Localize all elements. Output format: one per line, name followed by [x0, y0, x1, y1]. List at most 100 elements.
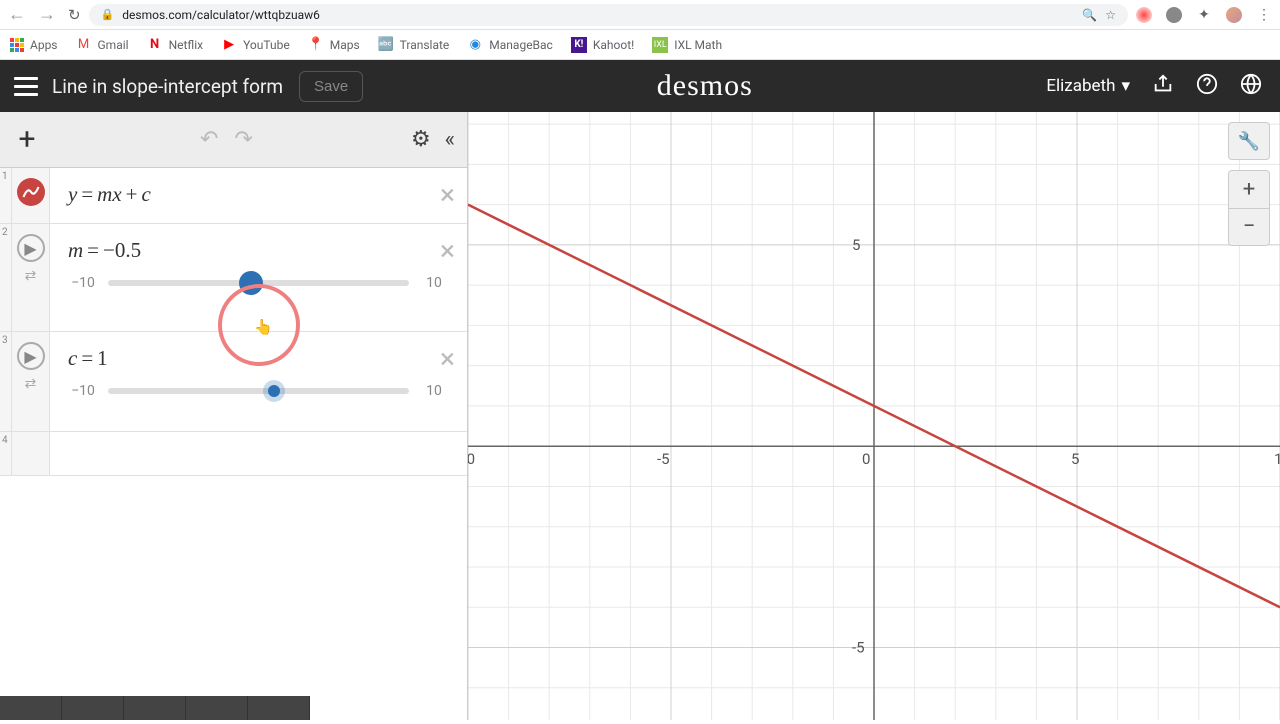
extensions-puzzle-icon[interactable]: ✦ [1196, 7, 1212, 23]
keypad-toolbar[interactable] [0, 696, 310, 720]
browser-chrome-bar: ← → ↻ 🔒 desmos.com/calculator/wttqbzuaw6… [0, 0, 1280, 30]
expression-row[interactable]: 1 y=mx+c × [0, 168, 467, 224]
slider-max[interactable]: 10 [419, 275, 449, 291]
delete-expression-icon[interactable]: × [440, 342, 455, 375]
bookmark-label: Gmail [98, 38, 129, 52]
zoom-in-button[interactable]: + [1229, 171, 1269, 209]
profile-avatar[interactable] [1226, 7, 1242, 23]
bookmark-managebac[interactable]: ◉ ManageBac [467, 37, 553, 53]
managebac-icon: ◉ [467, 37, 483, 53]
bookmark-label: Translate [400, 38, 450, 52]
slider-m[interactable]: −10 10 [68, 275, 449, 291]
bookmark-gmail[interactable]: M Gmail [76, 37, 129, 53]
redo-button[interactable]: ↷ [234, 127, 252, 152]
slider-thumb[interactable] [239, 271, 263, 295]
svg-text:10: 10 [1274, 450, 1280, 468]
graph-settings-button[interactable]: 🔧 [1228, 122, 1270, 160]
zoom-indicator-icon[interactable]: 🔍 [1082, 8, 1097, 22]
slider-min[interactable]: −10 [68, 275, 98, 291]
bookmark-netflix[interactable]: NNetflix [147, 37, 204, 53]
maps-icon: 📍 [308, 37, 324, 53]
svg-text:-10: -10 [468, 450, 475, 468]
bookmark-ixl[interactable]: IXL IXL Math [652, 37, 722, 53]
forward-button[interactable]: → [38, 4, 56, 25]
row-index: 2 [0, 224, 12, 331]
chevron-down-icon: ▾ [1121, 76, 1130, 96]
expression-toolbar: + ↶ ↷ ⚙ « [0, 112, 467, 168]
svg-text:5: 5 [852, 236, 860, 254]
bookmarks-bar: Apps M Gmail NNetflix ▶YouTube 📍 Maps 🔤 Tra… [0, 30, 1280, 60]
expression-list: 1 y=mx+c × 2 ▶ ⇄ [0, 168, 467, 720]
chrome-menu-icon[interactable]: ⋮ [1256, 7, 1272, 23]
slider-track[interactable] [108, 388, 409, 394]
collapse-panel-icon[interactable]: « [445, 127, 455, 152]
lock-icon: 🔒 [101, 8, 115, 21]
bookmark-label: IXL Math [674, 38, 722, 52]
bookmark-apps[interactable]: Apps [10, 38, 58, 52]
netflix-icon: N [147, 37, 163, 53]
ixl-icon: IXL [652, 37, 668, 53]
save-button[interactable]: Save [299, 71, 363, 102]
row-index: 4 [0, 432, 12, 475]
graph-title[interactable]: Line in slope-intercept form [52, 75, 283, 98]
svg-text:-5: -5 [852, 639, 865, 657]
extension-icon-1[interactable] [1136, 7, 1152, 23]
slider-thumb[interactable] [268, 385, 280, 397]
menu-button[interactable] [0, 77, 52, 96]
animation-mode-icon[interactable]: ⇄ [25, 268, 37, 284]
share-icon[interactable] [1152, 73, 1174, 100]
gmail-icon: M [76, 37, 92, 53]
play-slider-button[interactable]: ▶ [17, 234, 45, 262]
row-index: 3 [0, 332, 12, 431]
expression-math[interactable]: y=mx+c [68, 182, 449, 207]
settings-gear-icon[interactable]: ⚙ [411, 127, 431, 152]
delete-expression-icon[interactable]: × [440, 234, 455, 267]
bookmark-youtube[interactable]: ▶YouTube [221, 37, 290, 53]
translate-icon: 🔤 [378, 37, 394, 53]
youtube-icon: ▶ [221, 37, 237, 53]
expression-color-icon[interactable] [17, 178, 45, 206]
url-bar[interactable]: 🔒 desmos.com/calculator/wttqbzuaw6 🔍 ☆ [89, 4, 1128, 26]
kahoot-icon: K! [571, 37, 587, 53]
slider-track[interactable] [108, 280, 409, 286]
row-index: 1 [0, 168, 12, 223]
zoom-out-button[interactable]: − [1229, 209, 1269, 246]
svg-text:-5: -5 [657, 450, 670, 468]
graph-canvas[interactable]: -10-50510-55 🔧 + − [468, 112, 1280, 720]
expression-math[interactable]: c=1 [68, 346, 449, 371]
help-icon[interactable] [1196, 73, 1218, 100]
user-menu[interactable]: Elizabeth ▾ [1046, 76, 1130, 96]
zoom-controls: + − [1228, 170, 1270, 246]
expression-row-empty[interactable]: 4 [0, 432, 467, 476]
add-expression-button[interactable]: + [12, 125, 42, 155]
bookmark-label: ManageBac [489, 38, 553, 52]
url-text: desmos.com/calculator/wttqbzuaw6 [122, 8, 1074, 22]
slider-min[interactable]: −10 [68, 383, 98, 399]
user-name: Elizabeth [1046, 76, 1115, 96]
slider-c[interactable]: −10 10 [68, 383, 449, 399]
bookmark-label: Kahoot! [593, 38, 634, 52]
undo-button[interactable]: ↶ [200, 127, 218, 152]
svg-text:0: 0 [862, 450, 870, 468]
reload-button[interactable]: ↻ [68, 6, 81, 24]
bookmark-kahoot[interactable]: K! Kahoot! [571, 37, 634, 53]
bookmark-maps[interactable]: 📍 Maps [308, 37, 360, 53]
expression-row[interactable]: 2 ▶ ⇄ m=−0.5 × −10 10 [0, 224, 467, 332]
delete-expression-icon[interactable]: × [440, 178, 455, 211]
play-slider-button[interactable]: ▶ [17, 342, 45, 370]
app-header: Line in slope-intercept form Save desmos… [0, 60, 1280, 112]
apps-icon [10, 38, 24, 52]
desmos-logo[interactable]: desmos [657, 69, 753, 103]
graph-svg: -10-50510-55 [468, 112, 1280, 720]
bookmark-label: Apps [30, 38, 58, 52]
expression-math[interactable]: m=−0.5 [68, 238, 449, 263]
bookmark-translate[interactable]: 🔤 Translate [378, 37, 450, 53]
globe-icon[interactable] [1240, 73, 1262, 100]
slider-max[interactable]: 10 [419, 383, 449, 399]
animation-mode-icon[interactable]: ⇄ [25, 376, 37, 392]
extension-icon-2[interactable] [1166, 7, 1182, 23]
back-button[interactable]: ← [8, 4, 26, 25]
expression-row[interactable]: 3 ▶ ⇄ c=1 × −10 10 [0, 332, 467, 432]
bookmark-label: Maps [330, 38, 360, 52]
bookmark-star-icon[interactable]: ☆ [1105, 8, 1116, 22]
